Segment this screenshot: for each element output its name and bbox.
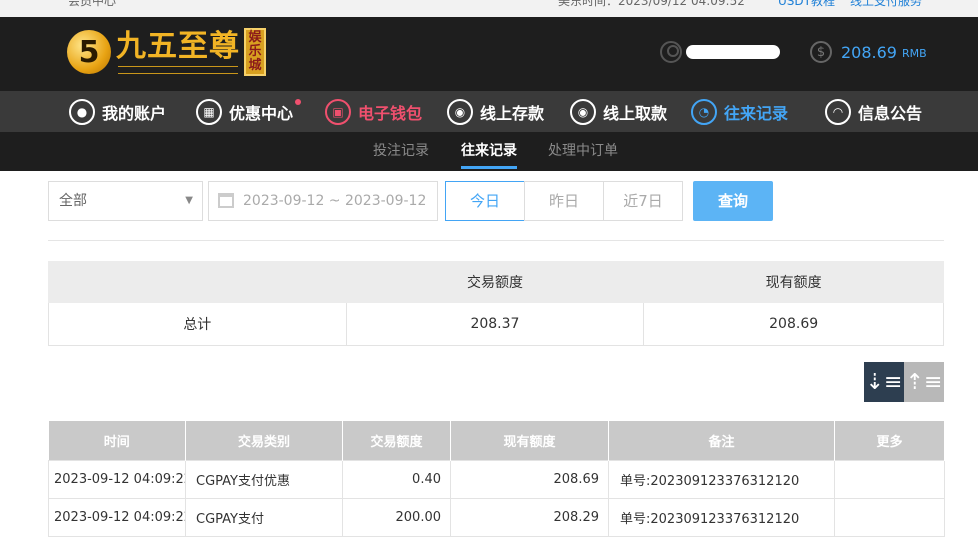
logo-text: 九五至尊 — [116, 29, 240, 64]
logo-ornament — [118, 66, 238, 74]
summary-header-row: 交易额度 现有额度 — [48, 261, 944, 303]
calendar-icon — [218, 193, 234, 208]
bell-icon: ◠ — [825, 98, 851, 125]
date-range-input[interactable]: 2023-09-12 ~ 2023-09-12 — [208, 181, 438, 221]
summary-current-balance: 208.69 — [643, 302, 944, 346]
deposit-icon: ◉ — [447, 98, 473, 125]
nav-label: 优惠中心 — [229, 103, 294, 123]
notification-dot — [295, 99, 302, 105]
col-note: 备注 — [608, 421, 835, 460]
date-range-value: 2023-09-12 ~ 2023-09-12 — [243, 193, 427, 209]
summary-table: 交易额度 现有额度 总计 208.37 208.69 — [48, 261, 944, 346]
col-amount: 交易额度 — [342, 421, 451, 460]
nav-transaction-records[interactable]: ◔ 往来记录 — [691, 91, 788, 132]
nav-online-deposit[interactable]: ◉ 线上存款 — [447, 91, 544, 132]
caret-down-icon: ▼ — [185, 195, 193, 206]
cell-time: 2023-09-12 04:09:22 — [48, 459, 186, 499]
nav-label: 我的账户 — [102, 103, 167, 123]
logo-tag: 娱乐城 — [244, 28, 266, 76]
tab-transaction-records[interactable]: 往来记录 — [461, 132, 517, 171]
usdt-tutorial-link[interactable]: USDT教程 — [778, 0, 835, 9]
sort-descending-icon[interactable]: ⇣≡ — [864, 362, 904, 402]
summary-total-amount: 208.37 — [345, 302, 645, 346]
gift-icon: ▦ — [196, 98, 222, 125]
username-redacted — [686, 45, 780, 59]
cell-amount: 200.00 — [342, 497, 451, 537]
tab-bet-records[interactable]: 投注记录 — [373, 132, 429, 171]
col-balance: 现有额度 — [450, 421, 609, 460]
nav-online-withdraw[interactable]: ◉ 线上取款 — [570, 91, 667, 132]
last-7-days-button[interactable]: 近7日 — [603, 181, 683, 221]
top-strip: 会员中心 美东时间：2023/09/12 04:09:52 USDT教程 线上支… — [0, 0, 978, 17]
summary-header-cell — [48, 261, 347, 303]
nav-label: 信息公告 — [858, 103, 923, 123]
dollar-icon: $ — [810, 41, 832, 63]
cell-type: CGPAY支付优惠 — [185, 459, 343, 499]
logo-mark-icon: 5 — [67, 30, 111, 74]
records-header-row: 时间 交易类别 交易额度 现有额度 备注 更多 — [48, 421, 945, 460]
balance-display: $ 208.69 RMB — [810, 41, 927, 63]
records-icon: ◔ — [691, 98, 717, 125]
search-button[interactable]: 查询 — [693, 181, 773, 221]
sort-ascending-icon[interactable]: ⇡≡ — [904, 362, 944, 402]
today-button[interactable]: 今日 — [445, 181, 525, 221]
yesterday-button[interactable]: 昨日 — [524, 181, 604, 221]
server-time: 美东时间：2023/09/12 04:09:52 — [558, 0, 745, 8]
withdraw-icon: ◉ — [570, 98, 596, 125]
user-icon: ● — [69, 98, 95, 125]
type-select[interactable]: 全部 ▼ — [48, 181, 203, 221]
nav-label: 线上取款 — [603, 103, 668, 123]
nav-label: 往来记录 — [724, 103, 789, 123]
nav-promotions[interactable]: ▦ 优惠中心 — [196, 91, 302, 132]
cell-time: 2023-09-12 04:09:22 — [48, 497, 186, 537]
site-header: 5 九五至尊 娱乐城 $ 208.69 RMB — [0, 17, 978, 91]
summary-header-cell: 现有额度 — [643, 261, 944, 303]
cell-note: 单号:2023091233763121​20 — [608, 459, 835, 499]
type-select-value: 全部 — [59, 193, 87, 209]
col-type: 交易类别 — [185, 421, 343, 460]
wallet-icon: ▣ — [325, 98, 351, 125]
balance-amount: 208.69 — [841, 42, 897, 62]
member-center-text: 会员中心 — [68, 0, 117, 8]
nav-e-wallet[interactable]: ▣ 电子钱包 — [325, 91, 422, 132]
records-table: 时间 交易类别 交易额度 现有额度 备注 更多 2023-09-12 04:09… — [48, 421, 945, 537]
cell-more[interactable] — [834, 459, 945, 499]
tab-pending-orders[interactable]: 处理中订单 — [548, 132, 618, 171]
col-time: 时间 — [48, 421, 186, 460]
table-row: 2023-09-12 04:09:22 CGPAY支付优惠 0.40 208.6… — [48, 459, 945, 499]
nav-label: 电子钱包 — [358, 103, 423, 123]
online-pay-link[interactable]: 线上支付服务 — [850, 0, 922, 9]
cell-more[interactable] — [834, 497, 945, 537]
nav-announcements[interactable]: ◠ 信息公告 — [825, 91, 922, 132]
summary-header-cell: 交易额度 — [345, 261, 645, 303]
user-avatar-icon — [660, 41, 682, 63]
divider — [48, 240, 944, 241]
nav-my-account[interactable]: ● 我的账户 — [69, 91, 166, 132]
col-more: 更多 — [834, 421, 945, 460]
cell-note: 单号:202309123376312120 — [608, 497, 835, 537]
table-row: 2023-09-12 04:09:22 CGPAY支付 200.00 208.2… — [48, 497, 945, 537]
cell-type: CGPAY支付 — [185, 497, 343, 537]
summary-total-row: 总计 208.37 208.69 — [48, 302, 944, 346]
cell-balance: 208.29 — [450, 497, 609, 537]
user-info[interactable] — [660, 41, 780, 63]
balance-currency: RMB — [901, 47, 927, 60]
site-logo[interactable]: 5 九五至尊 娱乐城 — [67, 26, 266, 78]
main-nav: ● 我的账户 ▦ 优惠中心 ▣ 电子钱包 ◉ 线上存款 ◉ 线上取款 ◔ 往来记… — [0, 91, 978, 132]
nav-label: 线上存款 — [480, 103, 545, 123]
cell-amount: 0.40 — [342, 459, 451, 499]
summary-total-label: 总计 — [48, 302, 347, 346]
sub-nav: 投注记录 往来记录 处理中订单 — [0, 132, 978, 171]
cell-balance: 208.69 — [450, 459, 609, 499]
